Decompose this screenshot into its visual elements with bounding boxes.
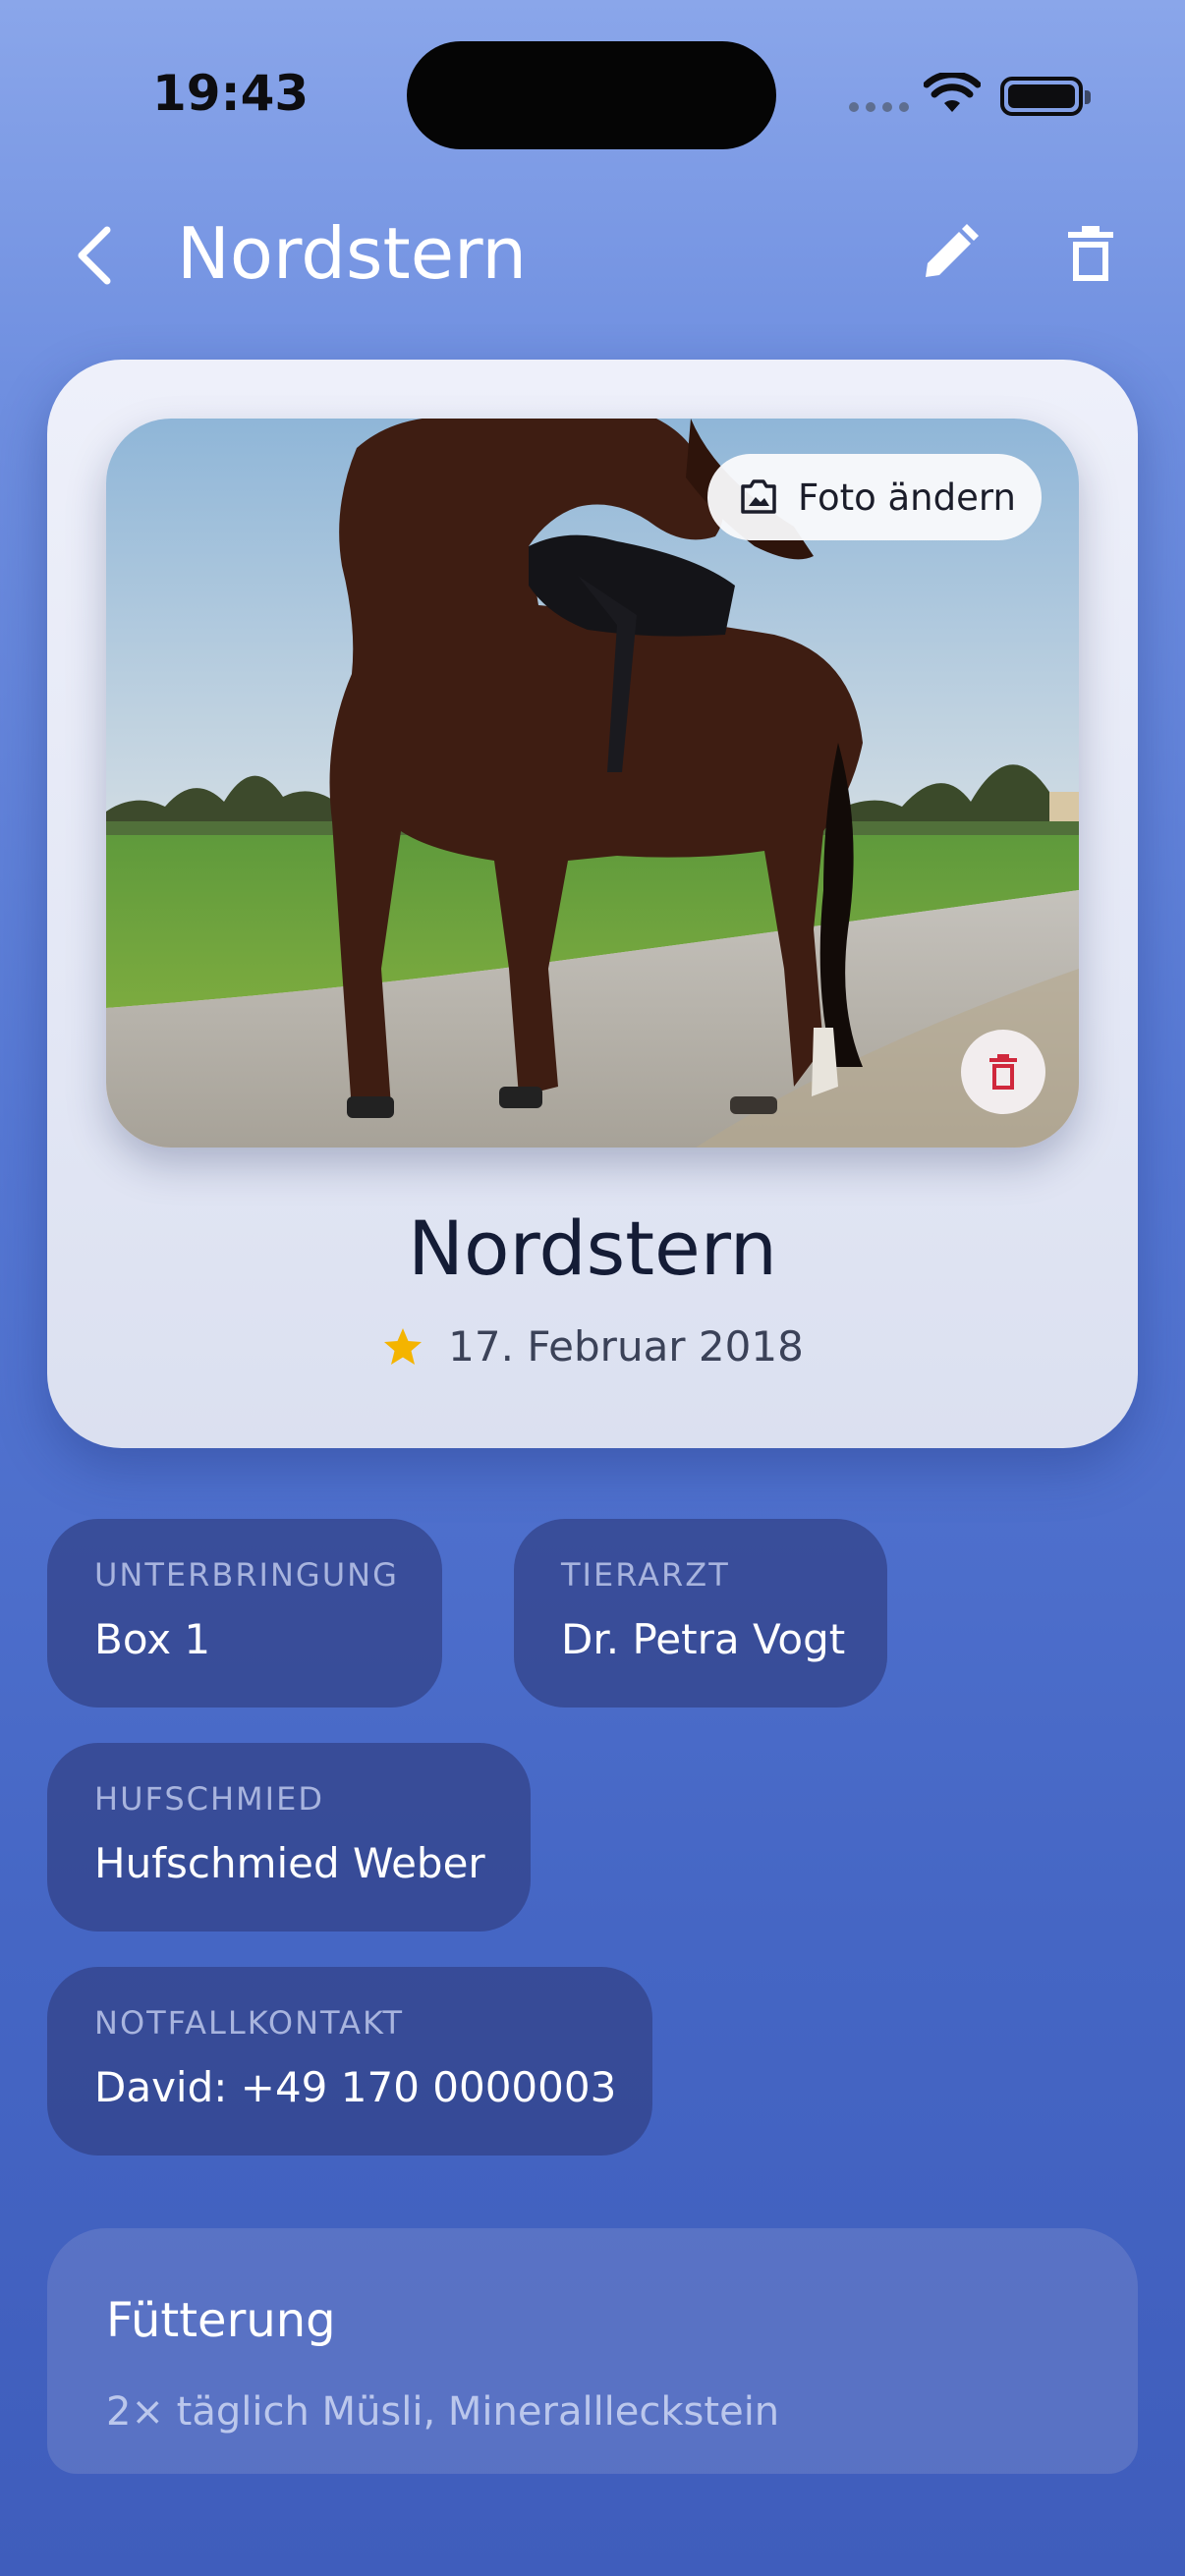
star-icon: [384, 1327, 423, 1365]
trash-icon: [1068, 226, 1113, 281]
pencil-icon: [926, 224, 979, 277]
info-chip-emergency-contact: NOTFALLKONTAKT David: +49 170 0000003: [47, 1967, 652, 2156]
feeding-title: Fütterung: [106, 2293, 336, 2348]
change-photo-label: Foto ändern: [798, 476, 1016, 519]
navigation-bar: Nordstern: [0, 196, 1185, 314]
feeding-card: Fütterung 2× täglich Müsli, Minerallleck…: [47, 2228, 1138, 2474]
info-chip-label: UNTERBRINGUNG: [94, 1556, 399, 1594]
info-chip-value: David: +49 170 0000003: [94, 2063, 617, 2111]
info-chip-label: NOTFALLKONTAKT: [94, 2004, 405, 2042]
cellular-signal-icon: [849, 102, 909, 112]
info-chip-value: Hufschmied Weber: [94, 1839, 485, 1887]
info-chip-farrier: HUFSCHMIED Hufschmied Weber: [47, 1743, 531, 1932]
birth-date-row: 17. Februar 2018: [47, 1322, 1138, 1371]
photo-icon: [741, 479, 776, 514]
horse-profile-card: Foto ändern Nordstern 17. Februar 2018: [47, 360, 1138, 1448]
back-chevron-icon: [78, 226, 111, 285]
delete-photo-button[interactable]: [961, 1030, 1045, 1114]
delete-button[interactable]: [1056, 220, 1125, 289]
horse-name: Nordstern: [408, 1204, 777, 1292]
page-title: Nordstern: [177, 212, 527, 295]
edit-button[interactable]: [914, 220, 983, 289]
info-chip-vet: TIERARZT Dr. Petra Vogt: [514, 1519, 887, 1708]
info-chip-label: HUFSCHMIED: [94, 1780, 324, 1818]
change-photo-button[interactable]: Foto ändern: [707, 454, 1042, 540]
info-chip-value: Dr. Petra Vogt: [561, 1615, 846, 1663]
info-chip-housing: UNTERBRINGUNG Box 1: [47, 1519, 442, 1708]
status-time: 19:43: [152, 65, 310, 122]
feeding-text: 2× täglich Müsli, Minerallleckstein: [106, 2389, 780, 2435]
dynamic-island: [407, 41, 776, 149]
status-bar: 19:43: [0, 0, 1185, 187]
birth-date: 17. Februar 2018: [448, 1322, 804, 1371]
battery-icon: [1000, 77, 1091, 116]
trash-icon: [989, 1054, 1017, 1090]
back-button[interactable]: [59, 216, 128, 295]
wifi-icon: [924, 73, 981, 112]
info-chip-label: TIERARZT: [561, 1556, 730, 1594]
info-chip-value: Box 1: [94, 1615, 211, 1663]
